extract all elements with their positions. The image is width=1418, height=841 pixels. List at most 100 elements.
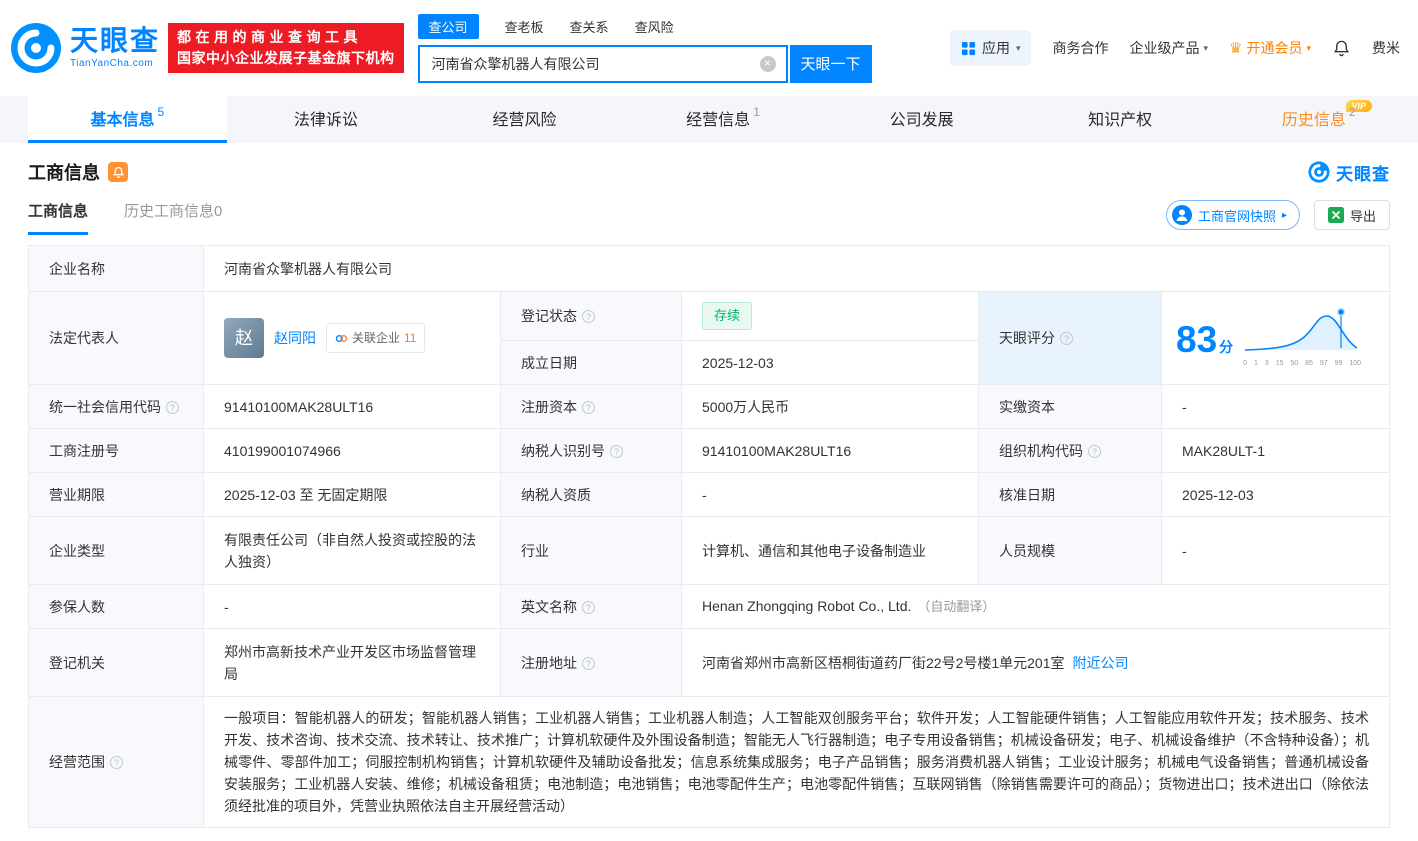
label-credit-code: 统一社会信用代码? bbox=[29, 385, 204, 429]
tab-history-info[interactable]: VIP 历史信息2 bbox=[1219, 96, 1418, 143]
username[interactable]: 费米 bbox=[1372, 38, 1400, 58]
help-icon[interactable]: ? bbox=[610, 445, 623, 458]
section-action-buttons: 工商官网快照 ▸ 导出 bbox=[1166, 200, 1390, 235]
help-icon[interactable]: ? bbox=[110, 756, 123, 769]
brand-name: 天眼查 bbox=[1336, 160, 1390, 185]
legal-rep-link[interactable]: 赵同阳 bbox=[274, 327, 316, 349]
value-business-scope: 一般项目：智能机器人的研发；智能机器人销售；工业机器人销售；工业机器人制造；人工… bbox=[204, 697, 1390, 828]
search-button[interactable]: 天眼一下 bbox=[790, 45, 872, 83]
tianyancha-logo-icon bbox=[10, 22, 62, 74]
tab-intellectual-property[interactable]: 知识产权 bbox=[1021, 96, 1220, 143]
related-companies-badge[interactable]: 关联企业 11 bbox=[326, 323, 425, 353]
tab-legal-proceedings[interactable]: 法律诉讼 bbox=[227, 96, 426, 143]
value-taxpayer-id: 91410100MAK28ULT16 bbox=[682, 429, 979, 473]
subtab-history-business-info[interactable]: 历史工商信息0 bbox=[124, 200, 222, 235]
label-reg-authority: 登记机关 bbox=[29, 629, 204, 697]
english-name-label-text: 英文名称 bbox=[521, 599, 577, 615]
label-industry: 行业 bbox=[501, 517, 682, 585]
label-insured-count: 参保人数 bbox=[29, 585, 204, 629]
tab-label: 经营风险 bbox=[492, 106, 556, 130]
reg-address-text: 河南省郑州市高新区梧桐街道药厂街22号2号楼1单元201室 bbox=[702, 655, 1065, 671]
official-snapshot-button[interactable]: 工商官网快照 ▸ bbox=[1166, 200, 1300, 230]
help-icon[interactable]: ? bbox=[582, 401, 595, 414]
search-tab-relation[interactable]: 查关系 bbox=[570, 17, 609, 36]
help-icon[interactable]: ? bbox=[582, 657, 595, 670]
notification-bell-icon[interactable] bbox=[1332, 39, 1351, 58]
english-name-text: Henan Zhongqing Robot Co., Ltd. bbox=[702, 598, 911, 614]
label-business-term: 营业期限 bbox=[29, 473, 204, 517]
related-companies-count: 11 bbox=[404, 327, 416, 349]
help-icon[interactable]: ? bbox=[582, 310, 595, 323]
value-company-type: 有限责任公司（非自然人投资或控股的法人独资） bbox=[204, 517, 501, 585]
value-reg-address: 河南省郑州市高新区梧桐街道药厂街22号2号楼1单元201室附近公司 bbox=[682, 629, 1390, 697]
subtab-business-info[interactable]: 工商信息 bbox=[28, 200, 88, 235]
label-staff-size: 人员规模 bbox=[979, 517, 1162, 585]
caret-down-icon: ▾ bbox=[1016, 43, 1021, 54]
reg-status-label-text: 登记状态 bbox=[521, 308, 577, 324]
help-icon[interactable]: ? bbox=[166, 401, 179, 414]
slogan-line2: 国家中小企业发展子基金旗下机构 bbox=[177, 48, 395, 69]
help-icon[interactable]: ? bbox=[582, 601, 595, 614]
nearby-companies-link[interactable]: 附近公司 bbox=[1073, 655, 1129, 671]
arrow-right-icon: ▸ bbox=[1282, 210, 1287, 221]
tianyancha-logo[interactable]: 天眼查 TianYanCha.com bbox=[10, 22, 160, 74]
score-label-text: 天眼评分 bbox=[999, 330, 1055, 346]
tab-count: 5 bbox=[157, 105, 164, 119]
logo-domain: TianYanCha.com bbox=[70, 58, 160, 69]
subscribe-bell-icon[interactable] bbox=[108, 162, 128, 182]
score-number: 83分 bbox=[1176, 321, 1233, 358]
label-reg-number: 工商注册号 bbox=[29, 429, 204, 473]
search-input-wrap: × bbox=[418, 45, 788, 83]
value-business-term: 2025-12-03 至 无固定期限 bbox=[204, 473, 501, 517]
value-reg-status: 存续 bbox=[682, 292, 979, 341]
help-icon[interactable]: ? bbox=[1088, 445, 1101, 458]
search-tab-boss[interactable]: 查老板 bbox=[505, 17, 544, 36]
tab-company-development[interactable]: 公司发展 bbox=[822, 96, 1021, 143]
value-reg-capital: 5000万人民币 bbox=[682, 385, 979, 429]
logo-title: 天眼查 bbox=[70, 27, 160, 55]
snapshot-person-icon bbox=[1172, 205, 1192, 225]
label-company-type: 企业类型 bbox=[29, 517, 204, 585]
help-icon[interactable]: ? bbox=[1060, 332, 1073, 345]
reg-capital-label-text: 注册资本 bbox=[521, 399, 577, 415]
value-taxpayer-quality: - bbox=[682, 473, 979, 517]
export-label: 导出 bbox=[1350, 206, 1376, 225]
score-distribution-chart: 0131550859799100 bbox=[1243, 304, 1361, 375]
tab-operating-risk[interactable]: 经营风险 bbox=[425, 96, 624, 143]
search-tab-risk[interactable]: 查风险 bbox=[635, 17, 674, 36]
slogan-banner: 都在用的商业查询工具 国家中小企业发展子基金旗下机构 bbox=[168, 23, 404, 73]
reg-address-label-text: 注册地址 bbox=[521, 655, 577, 671]
tab-operating-info[interactable]: 经营信息1 bbox=[624, 96, 823, 143]
search-input[interactable] bbox=[420, 47, 786, 81]
label-tianyan-score: 天眼评分? bbox=[979, 292, 1162, 385]
value-tianyan-score[interactable]: 83分 0131550859799100 bbox=[1162, 292, 1390, 385]
tab-label: 法律诉讼 bbox=[294, 106, 358, 130]
tab-basic-info[interactable]: 基本信息5 bbox=[28, 96, 227, 143]
search-tabs: 查公司 查老板 查关系 查风险 bbox=[418, 14, 872, 39]
crown-icon: ♛ bbox=[1229, 41, 1242, 56]
top-header: 天眼查 TianYanCha.com 都在用的商业查询工具 国家中小企业发展子基… bbox=[0, 0, 1418, 96]
apps-menu-button[interactable]: 应用 ▾ bbox=[950, 30, 1032, 66]
menu-enterprise-products[interactable]: 企业级产品 ▾ bbox=[1129, 38, 1208, 58]
taxpayer-id-label-text: 纳税人识别号 bbox=[521, 443, 605, 459]
tab-label: 经营信息 bbox=[686, 106, 750, 130]
label-approval-date: 核准日期 bbox=[979, 473, 1162, 517]
export-button[interactable]: 导出 bbox=[1314, 200, 1390, 230]
caret-down-icon: ▾ bbox=[1306, 43, 1311, 54]
clear-search-icon[interactable]: × bbox=[760, 56, 776, 72]
label-english-name: 英文名称? bbox=[501, 585, 682, 629]
enterprise-products-label: 企业级产品 bbox=[1129, 38, 1199, 58]
brand-logo-icon bbox=[1308, 161, 1330, 183]
label-reg-address: 注册地址? bbox=[501, 629, 682, 697]
tab-label: 公司发展 bbox=[890, 106, 954, 130]
legal-rep-avatar[interactable]: 赵 bbox=[224, 318, 264, 358]
search-tab-company[interactable]: 查公司 bbox=[418, 14, 479, 39]
tab-count: 1 bbox=[753, 105, 760, 119]
label-paid-capital: 实缴资本 bbox=[979, 385, 1162, 429]
label-taxpayer-id: 纳税人识别号? bbox=[501, 429, 682, 473]
menu-business-cooperation[interactable]: 商务合作 bbox=[1052, 38, 1108, 58]
menu-open-vip[interactable]: ♛ 开通会员 ▾ bbox=[1229, 38, 1311, 58]
value-approval-date: 2025-12-03 bbox=[1162, 473, 1390, 517]
value-establish-date: 2025-12-03 bbox=[682, 341, 979, 385]
tab-label: 历史信息 bbox=[1282, 106, 1346, 130]
